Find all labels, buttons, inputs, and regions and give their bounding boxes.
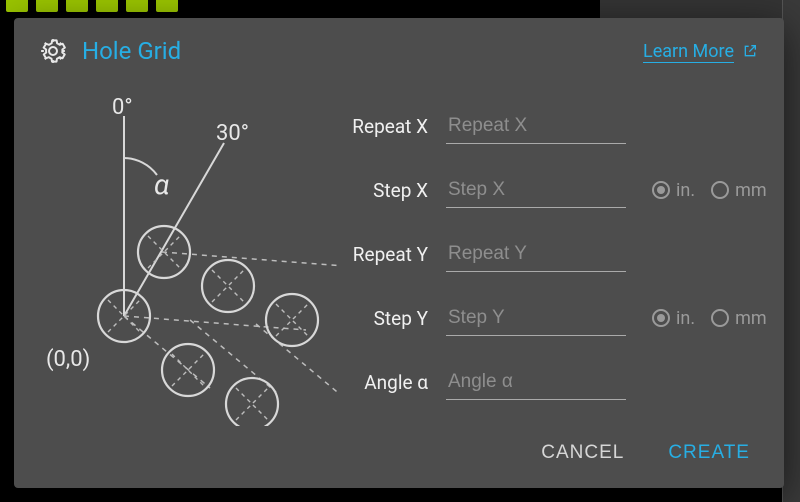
- bg-right-gutter: [782, 0, 800, 502]
- label-repeat-y: Repeat Y: [338, 243, 446, 266]
- radio-icon: [711, 309, 729, 327]
- radio-icon: [652, 309, 670, 327]
- learn-more-label: Learn More: [643, 41, 734, 62]
- dialog-footer: CANCEL CREATE: [38, 430, 758, 470]
- hole-grid-dialog: Hole Grid Learn More 0° 30° α (0,0: [14, 18, 784, 488]
- radio-step-y-in[interactable]: in.: [652, 308, 695, 329]
- diagram-origin-label: (0,0): [46, 347, 90, 372]
- unit-group-step-x: in. mm: [652, 180, 767, 201]
- diagram-thirty-label: 30°: [216, 121, 249, 146]
- input-step-y[interactable]: [446, 301, 626, 336]
- row-repeat-x: Repeat X: [338, 94, 767, 158]
- label-angle: Angle α: [338, 371, 446, 394]
- row-repeat-y: Repeat Y: [338, 222, 767, 286]
- external-link-icon: [742, 43, 758, 59]
- radio-step-x-in[interactable]: in.: [652, 180, 695, 201]
- unit-in-label: in.: [676, 308, 695, 329]
- row-step-y: Step Y in. mm: [338, 286, 767, 350]
- input-step-x[interactable]: [446, 173, 626, 208]
- row-step-x: Step X in. mm: [338, 158, 767, 222]
- unit-mm-label: mm: [735, 180, 767, 201]
- form-panel: Repeat X Step X in. mm R: [338, 86, 767, 430]
- label-step-x: Step X: [338, 179, 446, 202]
- dialog-title: Hole Grid: [82, 37, 181, 65]
- input-angle[interactable]: [446, 365, 626, 400]
- create-button[interactable]: CREATE: [666, 436, 752, 470]
- row-angle: Angle α: [338, 350, 767, 414]
- unit-group-step-y: in. mm: [652, 308, 767, 329]
- gear-icon: [38, 36, 68, 66]
- input-repeat-x[interactable]: [446, 109, 626, 144]
- radio-icon: [711, 181, 729, 199]
- radio-step-x-mm[interactable]: mm: [711, 180, 767, 201]
- cancel-button[interactable]: CANCEL: [539, 436, 626, 470]
- radio-step-y-mm[interactable]: mm: [711, 308, 767, 329]
- unit-mm-label: mm: [735, 308, 767, 329]
- input-repeat-y[interactable]: [446, 237, 626, 272]
- label-step-y: Step Y: [338, 307, 446, 330]
- unit-in-label: in.: [676, 180, 695, 201]
- label-repeat-x: Repeat X: [338, 115, 446, 138]
- learn-more-link[interactable]: Learn More: [643, 41, 758, 62]
- bg-brand-stripes: [0, 0, 178, 16]
- radio-icon: [652, 181, 670, 199]
- diagram-zero-label: 0°: [112, 95, 133, 120]
- dialog-header: Hole Grid Learn More: [38, 36, 758, 66]
- diagram-alpha-label: α: [154, 168, 169, 201]
- hole-grid-diagram: 0° 30° α (0,0): [38, 86, 338, 430]
